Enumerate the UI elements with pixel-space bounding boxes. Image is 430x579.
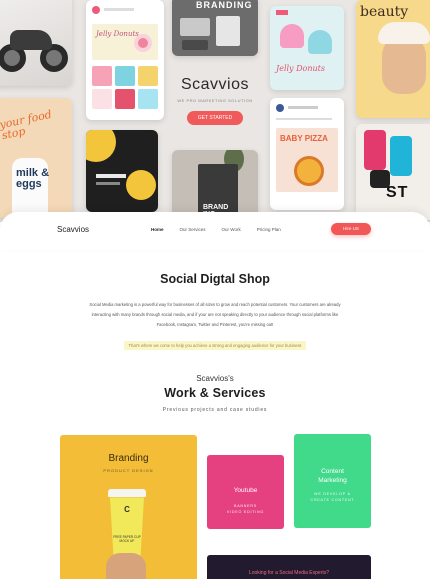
st-text: ST [386, 184, 409, 201]
phone-icon [364, 130, 386, 170]
beauty-tile: beauty [356, 0, 430, 118]
pizza-image: BABY PIZZA [276, 128, 338, 192]
cup-logo-icon: C [124, 505, 130, 514]
facebook-mockup-tile: BABY PIZZA [270, 98, 344, 210]
nav-link-work[interactable]: Our Work [222, 227, 241, 232]
content-card-subtitle-2: CREATE CONTENT [310, 498, 355, 502]
motorcycle-body [10, 30, 52, 50]
grid-image [115, 66, 135, 86]
branding-label: BRANDING [196, 0, 253, 10]
intro-highlight-text: That's where we come to help you achieve… [124, 341, 306, 350]
branding-card-subtitle: PRODUCT DESIGN [103, 468, 154, 473]
food-tile: your food stop milk & eggs [0, 98, 72, 218]
paper-cup-lid [108, 489, 146, 497]
work-subtitle: Previous projects and case studies [162, 407, 268, 413]
instagram-mockup-tile: Jelly Donuts [86, 0, 164, 120]
grid-image [138, 89, 158, 109]
hand-image [106, 553, 146, 579]
pizza-text: BABY PIZZA [280, 134, 328, 143]
main-navbar: Scavvios Home Our Services Our Work Pric… [0, 212, 430, 250]
cupcake-icon [308, 30, 332, 54]
grid-image [115, 89, 135, 109]
branding-mockup-tile: BRANDING [172, 0, 258, 56]
intro-highlight: That's where we come to help you achieve… [0, 334, 430, 352]
content-marketing-card[interactable]: Content Marketing WE DEVELOP & CREATE CO… [294, 434, 371, 528]
grid-image [92, 66, 112, 86]
cup-text: FREE PAPER CUP MOCK UP [113, 535, 141, 543]
donut-icon [134, 34, 152, 52]
food-tile-text: your food stop [0, 107, 53, 143]
hero-collage: your food stop milk & eggs Jelly Donuts … [0, 0, 430, 222]
nav-link-services[interactable]: Our Services [180, 227, 206, 232]
nav-logo[interactable]: Scavvios [57, 225, 89, 234]
nav-link-home[interactable]: Home [151, 227, 164, 232]
cupcake-tile-text: Jelly Donuts [276, 64, 325, 73]
instagram-header [92, 6, 158, 16]
nav-links: Home Our Services Our Work Pricing Plan [151, 227, 297, 232]
branding-card[interactable]: Branding PRODUCT DESIGN C FREE PAPER CUP… [60, 435, 197, 579]
insta-tile-text: Jelly Donuts [96, 30, 139, 38]
get-started-button[interactable]: GET STARTED [186, 111, 244, 125]
content-card-title-2: Marketing [318, 477, 347, 484]
phones-tile: ST [356, 124, 430, 220]
intro-title: Social Digtal Shop [160, 272, 270, 286]
grid-image [92, 89, 112, 109]
towel-image [378, 22, 430, 44]
phone-icon [390, 136, 412, 176]
beauty-text: beauty [360, 4, 409, 20]
work-title: Work & Services [164, 386, 266, 400]
product-box-tile: BRAND ING [172, 150, 258, 220]
pizza-icon [294, 156, 324, 186]
cupcake-icon [280, 24, 304, 48]
facebook-icon [276, 104, 284, 112]
branding-card-title: Branding [108, 453, 149, 464]
youtube-card[interactable]: Youtube BANNERS VIDEO EDITING [207, 455, 284, 529]
hero-logo-title: Scavvios [180, 76, 250, 93]
hero-logo-block: Scavvios WE PRO MARKETING SOLUTION GET S… [170, 76, 260, 125]
hire-us-button[interactable]: Hire US [331, 223, 371, 235]
motorcycle-tile [0, 0, 72, 86]
dark-poster-tile [86, 130, 158, 212]
experts-card-title: Looking for a Social Media Experts? [248, 570, 330, 576]
nav-link-pricing[interactable]: Pricing Plan [257, 227, 281, 232]
work-pretitle: Scavvios's [196, 374, 234, 383]
experts-card[interactable]: Looking for a Social Media Experts? [207, 555, 371, 579]
hero-logo-subtitle: WE PRO MARKETING SOLUTION [177, 98, 253, 103]
milk-text: milk & eggs [16, 167, 50, 190]
youtube-card-subtitle-2: VIDEO EDITING [226, 510, 265, 514]
content-card-title-1: Content [321, 468, 344, 475]
cupcake-tile: Jelly Donuts [270, 6, 344, 90]
intro-body: Social Media marketing is a powerful way… [89, 302, 341, 327]
grid-image [138, 66, 158, 86]
youtube-card-title: Youtube [233, 487, 258, 494]
